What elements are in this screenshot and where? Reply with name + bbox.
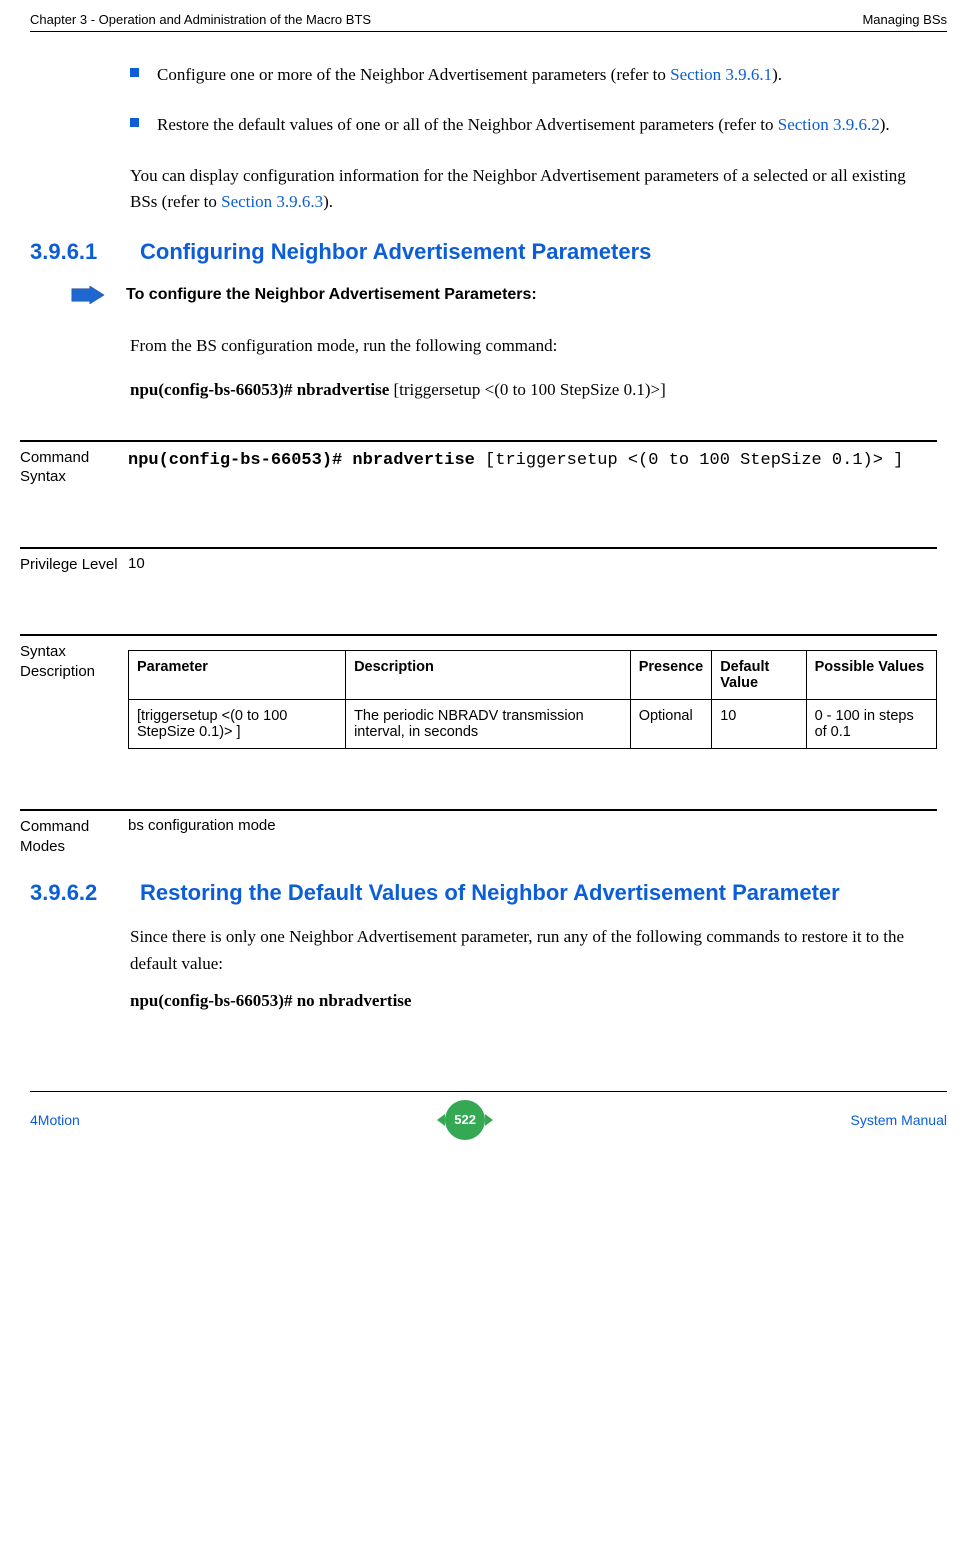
section-number: 3.9.6.1	[20, 239, 140, 265]
th-parameter: Parameter	[129, 651, 346, 700]
text: ).	[323, 192, 333, 211]
parameter-table: Parameter Description Presence Default V…	[128, 650, 937, 749]
footer-right: System Manual	[851, 1112, 947, 1128]
header-right: Managing BSs	[862, 12, 947, 27]
def-value: 10	[128, 555, 937, 575]
command-bold: npu(config-bs-66053)# no nbradvertise	[130, 991, 411, 1010]
td-parameter: [triggersetup <(0 to 100 StepSize 0.1)> …	[129, 700, 346, 749]
def-value: bs configuration mode	[128, 817, 937, 856]
command-syntax-block: Command Syntax npu(config-bs-66053)# nbr…	[20, 440, 937, 507]
th-description: Description	[346, 651, 631, 700]
command-modes-block: Command Modes bs configuration mode	[20, 809, 937, 862]
square-bullet-icon	[130, 118, 139, 127]
syntax-description-block: Syntax Description Parameter Description…	[20, 634, 937, 769]
table-header-row: Parameter Description Presence Default V…	[129, 651, 937, 700]
command-line: npu(config-bs-66053)# no nbradvertise	[130, 991, 937, 1011]
paragraph: Since there is only one Neighbor Adverti…	[130, 924, 937, 977]
th-default: Default Value	[712, 651, 806, 700]
def-label: Command Syntax	[20, 448, 128, 487]
section-heading: 3.9.6.2 Restoring the Default Values of …	[130, 880, 937, 906]
def-label: Privilege Level	[20, 555, 128, 575]
def-value: Parameter Description Presence Default V…	[128, 642, 937, 749]
section-heading: 3.9.6.1 Configuring Neighbor Advertiseme…	[130, 239, 937, 265]
def-label: Syntax Description	[20, 642, 128, 749]
def-value: npu(config-bs-66053)# nbradvertise [trig…	[128, 448, 937, 487]
section-title: Configuring Neighbor Advertisement Param…	[140, 239, 651, 265]
th-possible: Possible Values	[806, 651, 936, 700]
footer-left: 4Motion	[30, 1112, 80, 1128]
procedure-label: To configure the Neighbor Advertisement …	[126, 286, 537, 304]
section-link[interactable]: Section 3.9.6.2	[778, 115, 880, 134]
text: ).	[772, 65, 782, 84]
syntax-bold: npu(config-bs-66053)# nbradvertise	[128, 451, 475, 470]
bullet-item: Configure one or more of the Neighbor Ad…	[130, 62, 937, 88]
page-header: Chapter 3 - Operation and Administration…	[30, 12, 947, 32]
square-bullet-icon	[130, 68, 139, 77]
text: ).	[880, 115, 890, 134]
command-bold: npu(config-bs-66053)# nbradvertise	[130, 380, 389, 399]
td-presence: Optional	[630, 700, 712, 749]
header-left: Chapter 3 - Operation and Administration…	[30, 12, 371, 27]
th-presence: Presence	[630, 651, 712, 700]
bullet-item: Restore the default values of one or all…	[130, 112, 937, 138]
td-possible: 0 - 100 in steps of 0.1	[806, 700, 936, 749]
command-line: npu(config-bs-66053)# nbradvertise [trig…	[130, 380, 937, 400]
section-link[interactable]: Section 3.9.6.1	[670, 65, 772, 84]
command-args: [triggersetup <(0 to 100 StepSize 0.1)>]	[389, 380, 665, 399]
bullet-text: Restore the default values of one or all…	[157, 112, 890, 138]
procedure-heading: To configure the Neighbor Advertisement …	[70, 285, 937, 305]
text: Configure one or more of the Neighbor Ad…	[157, 65, 670, 84]
paragraph: You can display configuration informatio…	[130, 163, 937, 216]
section-link[interactable]: Section 3.9.6.3	[221, 192, 323, 211]
bullet-text: Configure one or more of the Neighbor Ad…	[157, 62, 782, 88]
section-title: Restoring the Default Values of Neighbor…	[140, 880, 840, 906]
td-description: The periodic NBRADV transmission interva…	[346, 700, 631, 749]
paragraph: From the BS configuration mode, run the …	[130, 333, 937, 359]
def-label: Command Modes	[20, 817, 128, 856]
td-default: 10	[712, 700, 806, 749]
privilege-level-block: Privilege Level 10	[20, 547, 937, 595]
section-number: 3.9.6.2	[20, 880, 140, 906]
page-footer: 4Motion 522 System Manual	[30, 1091, 947, 1140]
syntax-rest: [triggersetup <(0 to 100 StepSize 0.1)> …	[475, 451, 903, 470]
page-number-badge: 522	[445, 1100, 485, 1140]
table-row: [triggersetup <(0 to 100 StepSize 0.1)> …	[129, 700, 937, 749]
arrow-right-icon	[70, 285, 106, 305]
text: Restore the default values of one or all…	[157, 115, 778, 134]
